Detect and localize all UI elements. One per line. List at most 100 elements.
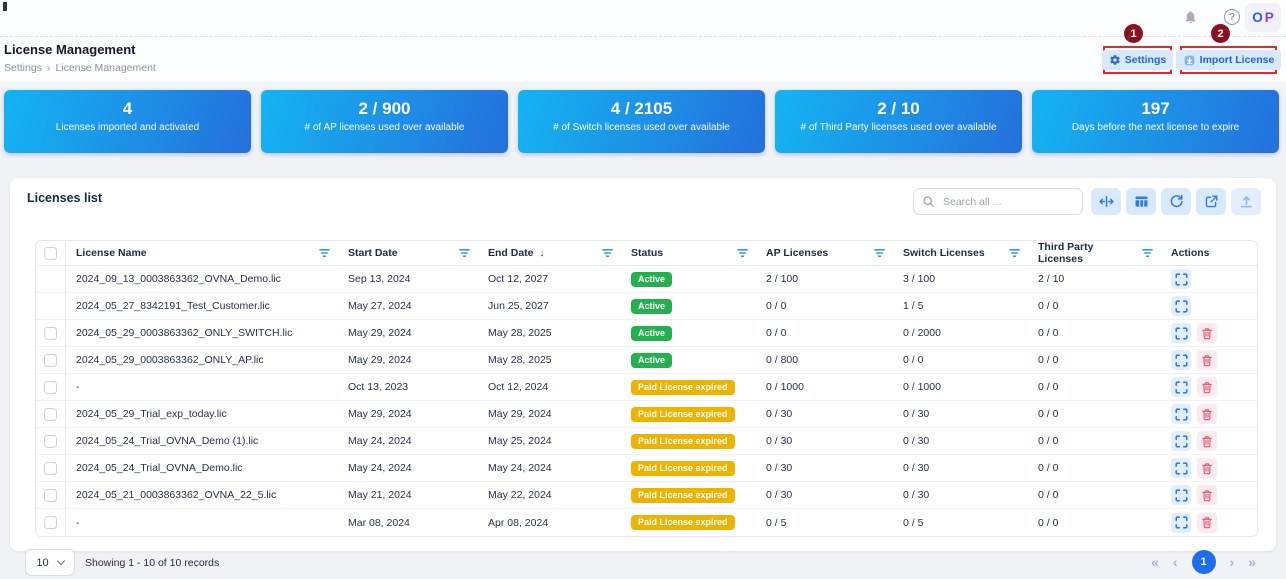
filter-icon [1009, 248, 1020, 258]
stat-cards: 4 Licenses imported and activated 2 / 90… [4, 90, 1279, 153]
column-header-status[interactable]: Status [621, 241, 756, 266]
search-input[interactable] [941, 195, 1074, 209]
first-page-button[interactable]: « [1151, 555, 1159, 569]
delete-row-button[interactable] [1197, 513, 1217, 533]
import-license-button[interactable]: Import License [1176, 50, 1282, 70]
import-license-button-highlight: Import License [1180, 46, 1277, 74]
table-row: 2024_05_29_0003863362_ONLY_SWITCH.licMay… [36, 320, 1258, 347]
expand-row-button[interactable] [1171, 323, 1191, 343]
ap-licenses-cell: 0 / 800 [756, 347, 893, 374]
settings-button[interactable]: Settings [1102, 50, 1173, 70]
switch-licenses-cell: 0 / 30 [893, 482, 1028, 509]
current-page-button[interactable]: 1 [1192, 550, 1216, 574]
column-header-ap-licenses[interactable]: AP Licenses [756, 241, 893, 266]
prev-page-button[interactable]: ‹ [1173, 555, 1178, 569]
fit-width-button[interactable] [1091, 188, 1121, 215]
page-size-select[interactable]: 10 [25, 549, 75, 576]
third-party-licenses-cell: 0 / 0 [1028, 509, 1161, 536]
table-toolbar [1091, 188, 1261, 215]
expand-row-button[interactable] [1171, 485, 1191, 505]
column-header-label: AP Licenses [766, 247, 828, 259]
expand-row-button[interactable] [1171, 404, 1191, 424]
license-name-cell: 2024_05_21_0003863362_OVNA_22_5.lic [66, 482, 338, 509]
column-header-third-party-licenses[interactable]: Third Party Licenses [1028, 241, 1161, 266]
ap-licenses-cell: 2 / 100 [756, 266, 893, 293]
page-size-value: 10 [36, 557, 48, 569]
stat-label: # of Switch licenses used over available [518, 122, 765, 133]
end-date-cell: May 29, 2024 [478, 401, 621, 428]
switch-licenses-cell: 0 / 1000 [893, 374, 1028, 401]
sidebar-toggle-mark[interactable] [3, 2, 7, 11]
next-page-button[interactable]: › [1230, 555, 1235, 569]
filter-button[interactable] [319, 248, 330, 258]
status-cell: Paid License expired [621, 455, 756, 482]
notifications-icon[interactable] [1183, 9, 1198, 30]
stat-value: 197 [1032, 100, 1279, 117]
pagination: « ‹ 1 › » [1151, 550, 1256, 574]
filter-button[interactable] [874, 248, 885, 258]
start-date-cell: May 27, 2024 [338, 293, 478, 320]
breadcrumb-settings[interactable]: Settings [4, 62, 42, 74]
delete-row-button[interactable] [1197, 485, 1217, 505]
delete-row-button[interactable] [1197, 377, 1217, 397]
delete-row-button[interactable] [1197, 431, 1217, 451]
column-header-end-date[interactable]: End Date↓ [478, 241, 621, 266]
column-header-actions[interactable]: Actions [1161, 241, 1258, 266]
actions-cell [1161, 482, 1258, 509]
column-header-license-name[interactable]: License Name [66, 241, 338, 266]
avatar[interactable]: O P [1245, 3, 1281, 32]
row-checkbox[interactable] [44, 462, 57, 475]
filter-button[interactable] [602, 248, 613, 258]
help-icon[interactable]: ? [1224, 9, 1240, 25]
status-cell: Active [621, 293, 756, 320]
expand-row-button[interactable] [1171, 431, 1191, 451]
expand-row-button[interactable] [1171, 377, 1191, 397]
annotation-badge-2: 2 [1211, 24, 1230, 43]
status-badge: Paid License expired [631, 380, 735, 395]
row-checkbox[interactable] [44, 354, 57, 367]
row-checkbox[interactable] [44, 516, 57, 529]
status-cell: Active [621, 320, 756, 347]
expand-row-button[interactable] [1171, 296, 1191, 316]
row-checkbox[interactable] [44, 489, 57, 502]
filter-button[interactable] [459, 248, 470, 258]
expand-row-button[interactable] [1171, 350, 1191, 370]
expand-icon [1175, 408, 1188, 421]
export-button[interactable] [1196, 188, 1226, 215]
delete-row-button[interactable] [1197, 350, 1217, 370]
filter-button[interactable] [737, 248, 748, 258]
select-all-checkbox[interactable] [44, 247, 57, 260]
row-checkbox[interactable] [44, 327, 57, 340]
breadcrumb-current: License Management [55, 62, 155, 74]
sort-desc-icon[interactable]: ↓ [540, 248, 545, 259]
end-date-cell: May 22, 2024 [478, 482, 621, 509]
expand-icon [1175, 381, 1188, 394]
third-party-licenses-cell: 0 / 0 [1028, 320, 1161, 347]
filter-button[interactable] [1142, 248, 1153, 258]
search-box [913, 188, 1083, 215]
column-header-start-date[interactable]: Start Date [338, 241, 478, 266]
columns-button[interactable] [1126, 188, 1156, 215]
switch-licenses-cell: 0 / 2000 [893, 320, 1028, 347]
delete-row-button[interactable] [1197, 458, 1217, 478]
column-header-label: License Name [76, 247, 147, 259]
upload-button[interactable] [1231, 188, 1261, 215]
row-checkbox[interactable] [44, 381, 57, 394]
delete-row-button[interactable] [1197, 323, 1217, 343]
expand-row-button[interactable] [1171, 513, 1191, 533]
end-date-cell: Apr 08, 2024 [478, 509, 621, 536]
topbar-separator [0, 36, 1286, 37]
settings-button-highlight: Settings [1103, 46, 1172, 74]
column-header-switch-licenses[interactable]: Switch Licenses [893, 241, 1028, 266]
refresh-button[interactable] [1161, 188, 1191, 215]
expand-row-button[interactable] [1171, 269, 1191, 289]
status-badge: Paid License expired [631, 407, 735, 422]
expand-row-button[interactable] [1171, 458, 1191, 478]
row-checkbox[interactable] [44, 435, 57, 448]
last-page-button[interactable]: » [1248, 555, 1256, 569]
filter-button[interactable] [1009, 248, 1020, 258]
stat-card-days-to-expire: 197 Days before the next license to expi… [1032, 90, 1279, 153]
row-checkbox-cell [36, 482, 66, 509]
row-checkbox[interactable] [44, 408, 57, 421]
delete-row-button[interactable] [1197, 404, 1217, 424]
